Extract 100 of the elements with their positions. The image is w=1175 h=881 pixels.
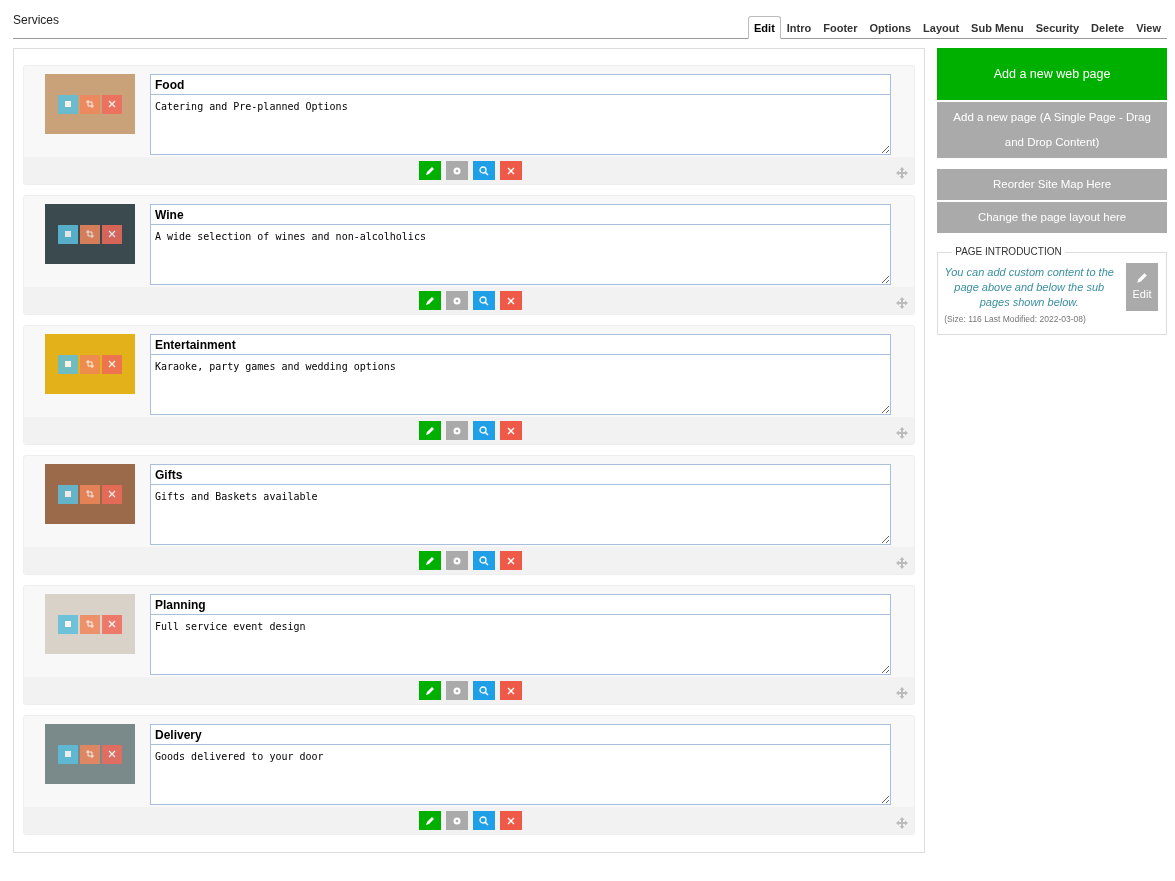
- title-field[interactable]: Gifts: [150, 464, 892, 485]
- edit-button[interactable]: [419, 161, 441, 180]
- edit-button[interactable]: [419, 681, 441, 700]
- pencil-icon: [425, 165, 435, 176]
- delete-button[interactable]: [500, 291, 522, 310]
- edit-button[interactable]: [419, 811, 441, 830]
- page-title: Services: [13, 12, 59, 29]
- settings-button[interactable]: [446, 421, 468, 440]
- tab[interactable]: Intro: [780, 15, 818, 39]
- zoom-icon: [479, 425, 489, 436]
- zoom-button[interactable]: [473, 291, 495, 310]
- delete-button[interactable]: [500, 681, 522, 700]
- settings-button[interactable]: [446, 291, 468, 310]
- gear-icon: [452, 425, 462, 436]
- image-button[interactable]: [58, 224, 78, 244]
- pencil-icon: [425, 295, 435, 306]
- close-icon: [108, 490, 116, 498]
- pencil-icon: [425, 555, 435, 566]
- zoom-icon: [479, 555, 489, 566]
- gear-icon: [452, 295, 462, 306]
- settings-button[interactable]: [446, 551, 468, 570]
- crop-icon: [86, 360, 94, 368]
- tab[interactable]: Options: [863, 15, 918, 39]
- pencil-icon: [425, 685, 435, 696]
- edit-button[interactable]: [419, 421, 441, 440]
- delete-button[interactable]: [500, 161, 522, 180]
- close-icon: [507, 556, 515, 565]
- move-icon[interactable]: [896, 426, 909, 439]
- description-field[interactable]: A wide selection of wines and non-alcolholics: [150, 224, 892, 285]
- gear-icon: [452, 685, 462, 696]
- tab[interactable]: Edit: [748, 15, 781, 39]
- pencil-icon: [425, 815, 435, 826]
- tab[interactable]: Delete: [1085, 15, 1131, 39]
- description-field[interactable]: Full service event design: [150, 614, 892, 675]
- pencil-icon: [425, 425, 435, 436]
- zoom-button[interactable]: [473, 161, 495, 180]
- close-icon: [108, 230, 116, 238]
- title-field[interactable]: Entertainment: [150, 334, 892, 355]
- settings-button[interactable]: [446, 811, 468, 830]
- image-icon: [64, 100, 72, 108]
- close-icon: [108, 620, 116, 628]
- gear-icon: [452, 555, 462, 566]
- tab[interactable]: Security: [1029, 15, 1086, 39]
- description-field[interactable]: Catering and Pre-planned Options: [150, 94, 892, 155]
- move-icon[interactable]: [896, 296, 909, 309]
- settings-button[interactable]: [446, 161, 468, 180]
- description-field[interactable]: Karaoke, party games and wedding options: [150, 354, 892, 415]
- zoom-button[interactable]: [473, 551, 495, 570]
- intro-text: You can add custom content to the page above and below the sub pages shown below.: [944, 264, 1115, 310]
- crop-button[interactable]: [80, 224, 100, 244]
- gear-icon: [452, 815, 462, 826]
- image-icon: [64, 230, 72, 238]
- image-button[interactable]: [58, 744, 78, 764]
- edit-button[interactable]: [419, 291, 441, 310]
- image-icon: [64, 620, 72, 628]
- zoom-button[interactable]: [473, 811, 495, 830]
- close-icon: [507, 816, 515, 825]
- description-field[interactable]: Goods delivered to your door: [150, 744, 892, 805]
- description-field[interactable]: Gifts and Baskets available: [150, 484, 892, 545]
- close-icon: [108, 750, 116, 758]
- tab[interactable]: Layout: [917, 15, 966, 39]
- settings-button[interactable]: [446, 681, 468, 700]
- move-icon[interactable]: [896, 166, 909, 179]
- close-icon: [507, 166, 515, 175]
- close-icon: [507, 426, 515, 435]
- image-button[interactable]: [58, 484, 78, 504]
- pencil-icon: [1136, 271, 1148, 284]
- close-icon: [108, 360, 116, 368]
- crop-button[interactable]: [80, 744, 100, 764]
- delete-button[interactable]: [500, 811, 522, 830]
- move-icon[interactable]: [896, 816, 909, 829]
- delete-button[interactable]: [500, 421, 522, 440]
- image-icon: [64, 750, 72, 758]
- crop-icon: [86, 230, 94, 238]
- remove-image-button[interactable]: [102, 484, 122, 504]
- edit-button[interactable]: [419, 551, 441, 570]
- tab[interactable]: View: [1130, 15, 1167, 39]
- title-field[interactable]: Planning: [150, 594, 892, 615]
- zoom-button[interactable]: [473, 421, 495, 440]
- crop-icon: [86, 100, 94, 108]
- remove-image-button[interactable]: [102, 744, 122, 764]
- move-icon[interactable]: [896, 686, 909, 699]
- remove-image-button[interactable]: [102, 224, 122, 244]
- zoom-button[interactable]: [473, 681, 495, 700]
- crop-icon: [86, 490, 94, 498]
- move-icon[interactable]: [896, 556, 909, 569]
- crop-button[interactable]: [80, 484, 100, 504]
- title-field[interactable]: Food: [150, 74, 892, 95]
- tab[interactable]: Footer: [817, 15, 864, 39]
- zoom-icon: [479, 165, 489, 176]
- gear-icon: [452, 165, 462, 176]
- zoom-icon: [479, 295, 489, 306]
- image-icon: [64, 360, 72, 368]
- title-field[interactable]: Wine: [150, 204, 892, 225]
- tab[interactable]: Sub Menu: [965, 15, 1030, 39]
- title-field[interactable]: Delivery: [150, 724, 892, 745]
- delete-button[interactable]: [500, 551, 522, 570]
- zoom-icon: [479, 685, 489, 696]
- crop-icon: [86, 750, 94, 758]
- zoom-icon: [479, 815, 489, 826]
